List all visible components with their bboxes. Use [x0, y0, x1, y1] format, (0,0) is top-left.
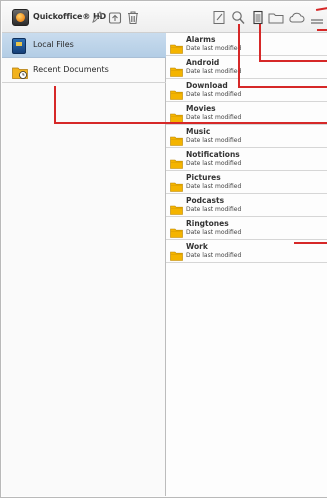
folder-icon — [170, 131, 183, 146]
file-date-label: Date last modified — [186, 183, 242, 190]
file-row[interactable]: Notifications Date last modified — [166, 148, 327, 171]
file-name: Download — [186, 81, 228, 90]
file-row[interactable]: Ringtones Date last modified — [166, 217, 327, 240]
new-document-icon[interactable] — [212, 10, 226, 25]
folder-icon — [170, 39, 183, 54]
file-date-label: Date last modified — [186, 160, 242, 167]
file-row[interactable]: Podcasts Date last modified — [166, 194, 327, 217]
file-name: Music — [186, 127, 211, 136]
file-icon[interactable] — [251, 10, 265, 25]
callout-line — [294, 242, 327, 244]
upload-icon[interactable] — [108, 10, 122, 25]
file-date-label: Date last modified — [186, 68, 242, 75]
file-name: Ringtones — [186, 219, 229, 228]
file-name: Android — [186, 58, 220, 67]
app-logo-icon — [12, 9, 29, 26]
file-row[interactable]: Alarms Date last modified — [166, 33, 327, 56]
file-date-label: Date last modified — [186, 252, 242, 259]
sidebar-item-local-files[interactable]: Local Files — [2, 33, 166, 58]
file-name: Work — [186, 242, 208, 251]
file-row[interactable]: Music Date last modified — [166, 125, 327, 148]
callout-line — [54, 122, 327, 124]
toolbar: Quickoffice® HD — [2, 2, 327, 33]
callout-line — [317, 29, 327, 31]
folder-icon — [170, 223, 183, 238]
search-icon[interactable] — [231, 10, 245, 25]
edit-pencil-icon[interactable] — [90, 10, 104, 25]
folder-icon — [170, 177, 183, 192]
sidebar-item-recent-documents[interactable]: Recent Documents — [2, 58, 166, 83]
trash-icon[interactable] — [126, 10, 140, 25]
folder-icon[interactable] — [268, 10, 284, 25]
sidebar-item-label: Local Files — [33, 40, 74, 49]
file-name: Podcasts — [186, 196, 225, 205]
folder-icon — [170, 246, 183, 261]
menu-icon[interactable] — [309, 10, 325, 25]
recent-documents-icon — [12, 64, 28, 79]
file-date-label: Date last modified — [186, 206, 242, 213]
file-date-label: Date last modified — [186, 114, 242, 121]
callout-line — [259, 60, 327, 62]
sd-card-icon — [12, 38, 26, 54]
callout-line — [238, 24, 240, 87]
folder-icon — [170, 85, 183, 100]
callout-line — [54, 86, 56, 123]
file-name: Pictures — [186, 173, 221, 182]
file-name: Alarms — [186, 35, 216, 44]
file-date-label: Date last modified — [186, 137, 242, 144]
app-window: Quickoffice® HD Local Files Recent Docum… — [0, 0, 327, 498]
file-date-label: Date last modified — [186, 91, 242, 98]
file-row[interactable]: Download Date last modified — [166, 79, 327, 102]
folder-icon — [170, 108, 183, 123]
file-date-label: Date last modified — [186, 45, 242, 52]
cloud-add-icon[interactable] — [288, 10, 305, 25]
file-list: Alarms Date last modified Android Date last… — [166, 33, 327, 496]
file-row[interactable]: Pictures Date last modified — [166, 171, 327, 194]
folder-icon — [170, 62, 183, 77]
folder-icon — [170, 154, 183, 169]
callout-line — [238, 86, 327, 88]
file-name: Movies — [186, 104, 216, 113]
file-date-label: Date last modified — [186, 229, 242, 236]
file-name: Notifications — [186, 150, 240, 159]
folder-icon — [170, 200, 183, 215]
sidebar: Local Files Recent Documents — [2, 33, 166, 496]
sidebar-item-label: Recent Documents — [33, 65, 109, 74]
callout-line — [259, 24, 261, 61]
